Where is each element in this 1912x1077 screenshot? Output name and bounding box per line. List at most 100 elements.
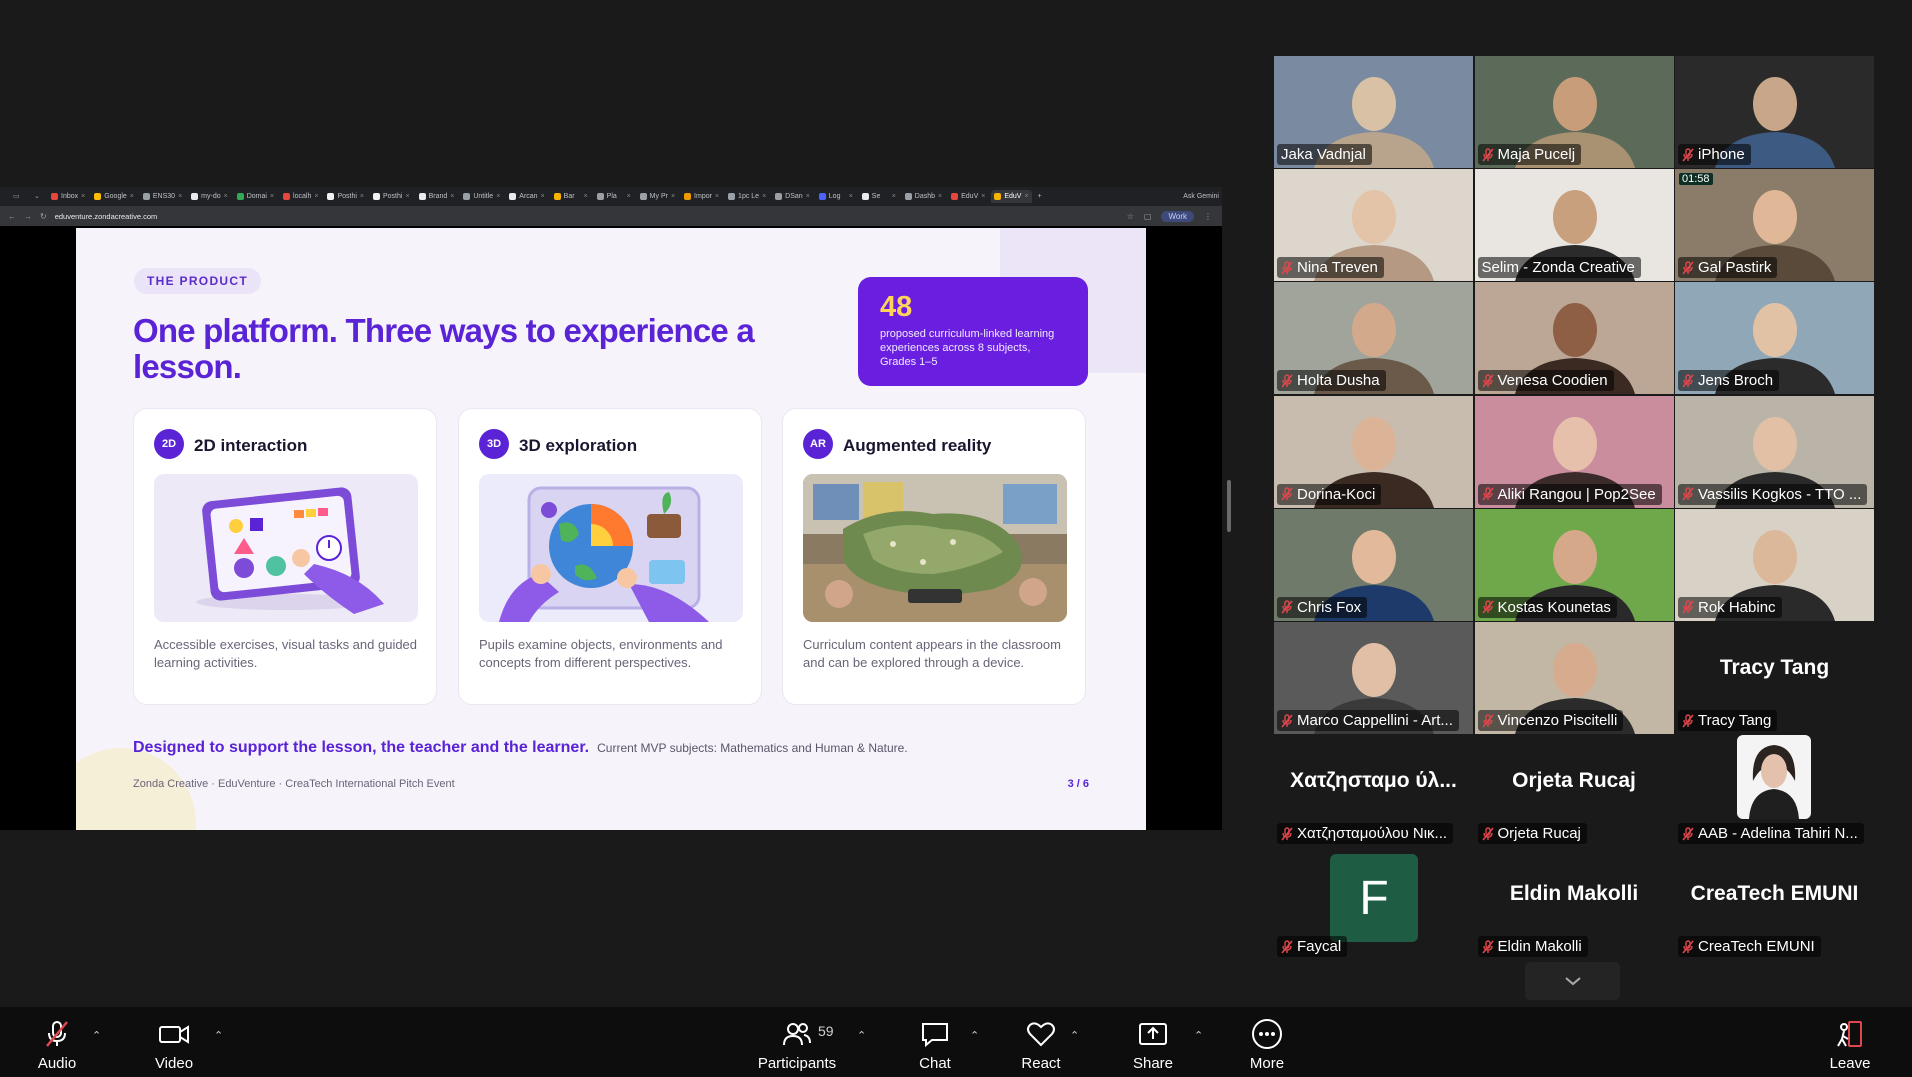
participant-tile[interactable]: Orjeta Rucaj Orjeta Rucaj [1474, 735, 1674, 848]
participant-tile[interactable]: Aliki Rangou | Pop2See [1474, 395, 1674, 508]
video-camera-icon [159, 1025, 189, 1044]
browser-tab[interactable]: localh × [280, 190, 321, 203]
browser-tab[interactable]: Brand × [416, 190, 458, 203]
browser-tab[interactable]: Posthi × [370, 190, 413, 203]
chat-button[interactable]: Chat [905, 1007, 965, 1077]
browser-tab-label: Google [104, 193, 127, 200]
browser-tab[interactable]: Inbox × [48, 190, 88, 203]
browser-tab[interactable]: My Pr × [637, 190, 678, 203]
close-tab-icon[interactable]: × [450, 190, 454, 203]
audio-button[interactable]: Audio [27, 1007, 87, 1077]
participant-tile[interactable]: Eldin Makolli Eldin Makolli [1474, 848, 1674, 961]
close-tab-icon[interactable]: × [892, 190, 896, 203]
participants-options-caret[interactable]: ⌃ [857, 1029, 866, 1042]
chat-options-caret[interactable]: ⌃ [970, 1029, 979, 1042]
video-button[interactable]: Video [144, 1007, 204, 1077]
panel-resize-handle[interactable] [1227, 480, 1231, 532]
close-tab-icon[interactable]: × [584, 190, 588, 203]
browser-tab[interactable]: Bar × [551, 190, 591, 203]
browser-tab[interactable]: Posthi × [324, 190, 367, 203]
back-icon[interactable]: ← [8, 212, 16, 221]
reload-icon[interactable]: ↻ [40, 212, 47, 221]
participant-tile[interactable]: F Faycal [1274, 848, 1473, 961]
profile-work-pill[interactable]: Work [1161, 210, 1194, 222]
react-options-caret[interactable]: ⌃ [1070, 1029, 1079, 1042]
browser-tab[interactable]: EduV × [948, 190, 988, 203]
more-button[interactable]: More [1237, 1007, 1297, 1077]
browser-tab-label: Posthi [383, 193, 403, 200]
new-tab-button[interactable]: + [1035, 190, 1049, 203]
close-tab-icon[interactable]: × [81, 190, 85, 203]
participant-tile[interactable]: Rok Habinc [1675, 508, 1874, 621]
close-tab-icon[interactable]: × [938, 190, 942, 203]
participant-tile[interactable]: Holta Dusha [1274, 282, 1473, 395]
participant-tile[interactable]: AAB - Adelina Tahiri N... [1675, 735, 1874, 848]
browser-tab[interactable]: DSan × [772, 190, 813, 203]
participant-tile[interactable]: Chris Fox [1274, 508, 1473, 621]
browser-tab[interactable]: Log × [816, 190, 856, 203]
close-tab-icon[interactable]: × [130, 190, 134, 203]
browser-tab[interactable]: Pla × [594, 190, 634, 203]
tab-list-button[interactable]: ⌄ [31, 190, 45, 203]
share-options-caret[interactable]: ⌃ [1194, 1029, 1203, 1042]
close-tab-icon[interactable]: × [627, 190, 631, 203]
participant-tile[interactable]: iPhone [1675, 56, 1874, 168]
close-tab-icon[interactable]: × [178, 190, 182, 203]
participant-tile[interactable]: Kostas Kounetas [1474, 508, 1674, 621]
browser-tab[interactable]: Google × [91, 190, 137, 203]
bookmark-star-icon[interactable]: ☆ [1127, 212, 1134, 221]
close-tab-icon[interactable]: × [360, 190, 364, 203]
extension-icon[interactable]: ▢ [1144, 212, 1152, 221]
participant-tile[interactable]: Dorina-Koci [1274, 395, 1473, 508]
close-tab-icon[interactable]: × [715, 190, 719, 203]
participant-tile[interactable]: Jens Broch [1675, 282, 1874, 395]
participant-name: Nina Treven [1297, 259, 1378, 277]
close-tab-icon[interactable]: × [405, 190, 409, 203]
close-tab-icon[interactable]: × [314, 190, 318, 203]
browser-tab[interactable]: Untitle × [460, 190, 503, 203]
participant-tile[interactable]: CreaTech EMUNI CreaTech EMUNI [1675, 848, 1874, 961]
browser-menu-icon[interactable]: ⋮ [1204, 212, 1212, 221]
participant-tile[interactable]: Marco Cappellini - Art... [1274, 622, 1473, 734]
close-tab-icon[interactable]: × [496, 190, 500, 203]
browser-tab[interactable]: ENS30 × [140, 190, 185, 203]
participant-tile[interactable]: Selim - Zonda Creative [1474, 169, 1674, 282]
participant-tile[interactable]: Χατζησταμο ύλ... Χατζησταμούλου Νικ... [1274, 735, 1473, 848]
gemini-button[interactable]: Ask Gemini [1180, 190, 1222, 203]
participant-tile[interactable]: Vassilis Kogkos - TTO ... [1675, 395, 1874, 508]
leave-button[interactable]: Leave [1820, 1007, 1880, 1077]
browser-tab[interactable]: Se × [859, 190, 899, 203]
gallery-scroll-down-button[interactable] [1525, 962, 1620, 1000]
browser-tab[interactable]: Dashb × [902, 190, 945, 203]
tab-search-button[interactable]: ▭ [10, 190, 28, 203]
participant-tile[interactable]: 01:58 Gal Pastirk [1675, 169, 1874, 282]
close-tab-icon[interactable]: × [1024, 190, 1028, 203]
react-button[interactable]: React [1011, 1007, 1071, 1077]
close-tab-icon[interactable]: × [671, 190, 675, 203]
browser-tab[interactable]: Domai × [234, 190, 277, 203]
close-tab-icon[interactable]: × [762, 190, 766, 203]
close-tab-icon[interactable]: × [849, 190, 853, 203]
browser-tab[interactable]: 1pc Le × [725, 190, 769, 203]
participant-tile[interactable]: Nina Treven [1274, 169, 1473, 282]
close-tab-icon[interactable]: × [806, 190, 810, 203]
browser-tab[interactable]: Impor × [681, 190, 722, 203]
video-options-caret[interactable]: ⌃ [214, 1029, 223, 1042]
browser-tab[interactable]: EduV × [991, 190, 1032, 203]
participant-tile[interactable]: Maja Pucelj [1474, 56, 1674, 168]
close-tab-icon[interactable]: × [541, 190, 545, 203]
participant-tile[interactable]: Vincenzo Piscitelli [1474, 622, 1674, 734]
participant-tile[interactable]: Venesa Coodien [1474, 282, 1674, 395]
participants-button[interactable]: Participants [752, 1007, 842, 1077]
close-tab-icon[interactable]: × [224, 190, 228, 203]
audio-options-caret[interactable]: ⌃ [92, 1029, 101, 1042]
share-button[interactable]: Share [1123, 1007, 1183, 1077]
browser-tab[interactable]: Arcan × [506, 190, 547, 203]
participant-tile[interactable]: Jaka Vadnjal [1274, 56, 1473, 168]
url-field[interactable]: eduventure.zondacreative.com [55, 212, 158, 221]
participant-tile[interactable]: Tracy Tang Tracy Tang [1675, 622, 1874, 734]
close-tab-icon[interactable]: × [270, 190, 274, 203]
close-tab-icon[interactable]: × [981, 190, 985, 203]
forward-icon[interactable]: → [24, 212, 32, 221]
browser-tab[interactable]: my-do × [188, 190, 231, 203]
